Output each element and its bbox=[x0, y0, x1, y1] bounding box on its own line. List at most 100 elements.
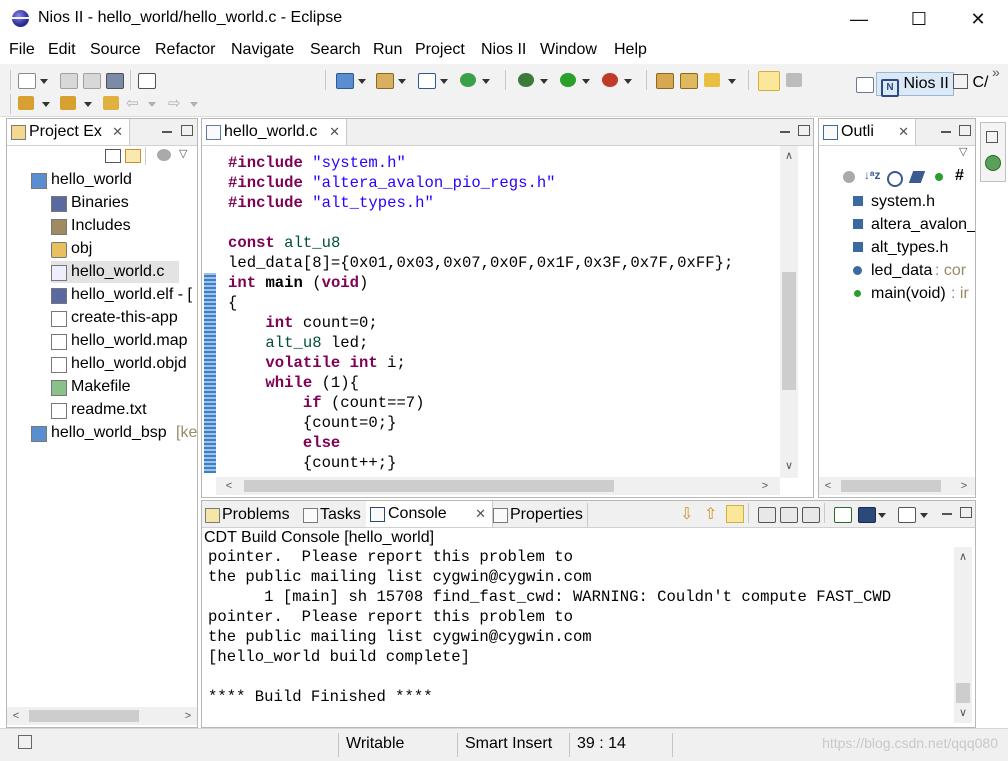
editor-vscroll[interactable]: ∧ ∨ bbox=[780, 146, 798, 478]
scroll-lock-icon[interactable] bbox=[726, 505, 744, 523]
restore-icon[interactable] bbox=[986, 131, 998, 143]
toggle-mark-occurrences-icon[interactable] bbox=[758, 71, 780, 91]
console-vscroll[interactable]: ∧ ∨ bbox=[954, 547, 972, 723]
c-file-icon bbox=[206, 125, 221, 140]
debug-icon[interactable] bbox=[518, 73, 534, 87]
fast-view-icon[interactable] bbox=[18, 735, 32, 749]
new-folder-icon[interactable] bbox=[376, 73, 394, 89]
code-editor[interactable]: #include "system.h" #include "altera_aval… bbox=[228, 153, 784, 483]
outline-item-label: altera_avalon_ bbox=[871, 216, 975, 233]
tab-properties-label: Properties bbox=[510, 506, 583, 523]
code-token: int bbox=[228, 314, 303, 332]
minimize-view-icon[interactable] bbox=[942, 513, 952, 515]
minimize-editor-icon[interactable] bbox=[780, 131, 790, 133]
tab-problems[interactable]: Problems bbox=[202, 503, 290, 527]
close-button[interactable]: ✕ bbox=[955, 5, 1001, 33]
back-icon[interactable]: ⇦ bbox=[126, 94, 139, 112]
tree-item[interactable]: hello_world.c bbox=[51, 261, 179, 283]
tab-tasks[interactable]: Tasks bbox=[300, 503, 361, 527]
maximize-editor-icon[interactable] bbox=[798, 125, 810, 136]
new-source-icon[interactable] bbox=[418, 73, 436, 89]
tree-item-label: hello_world.map bbox=[71, 332, 188, 349]
previous-annotation-icon[interactable] bbox=[60, 96, 76, 110]
maximize-view-icon[interactable] bbox=[960, 507, 972, 518]
code-line: { bbox=[228, 293, 784, 313]
file-icon bbox=[51, 357, 67, 373]
tab-properties[interactable]: Properties bbox=[490, 503, 588, 527]
code-token: i; bbox=[387, 354, 406, 372]
task-list-icon[interactable] bbox=[985, 155, 1001, 171]
eclipse-icon bbox=[10, 10, 31, 27]
menu-help[interactable]: Help bbox=[614, 41, 647, 59]
close-tab-icon[interactable]: ✕ bbox=[329, 119, 340, 145]
clear-console-icon[interactable] bbox=[758, 507, 776, 523]
tree-item-label: hello_world.elf - [ bbox=[71, 286, 192, 303]
menu-edit[interactable]: Edit bbox=[48, 41, 76, 59]
outline-item-label: main(void) bbox=[871, 285, 946, 302]
search-icon[interactable] bbox=[704, 73, 720, 87]
new-class-icon[interactable] bbox=[460, 73, 476, 87]
outline-tree: system.h altera_avalon_ alt_types.h led_dat… bbox=[819, 119, 975, 469]
code-token: main bbox=[265, 274, 313, 292]
open-perspective-icon[interactable] bbox=[856, 77, 874, 93]
c-file-icon bbox=[51, 265, 67, 281]
status-bar: Writable Smart Insert 39 : 14 https://bl… bbox=[0, 728, 1008, 761]
tab-console[interactable]: Console ✕ bbox=[366, 501, 493, 527]
forward-icon[interactable]: ⇨ bbox=[168, 94, 181, 112]
scroll-up-icon[interactable]: ⇧ bbox=[704, 504, 717, 524]
code-line: int count=0; bbox=[228, 313, 784, 333]
save-icon[interactable] bbox=[60, 73, 78, 89]
display-console-icon[interactable] bbox=[858, 507, 876, 523]
problems-icon bbox=[205, 508, 220, 523]
tree-item-label: Includes bbox=[71, 217, 131, 234]
properties-icon bbox=[493, 508, 508, 523]
menu-run[interactable]: Run bbox=[373, 41, 402, 59]
code-line: led_data[8]={0x01,0x03,0x07,0x0F,0x1F,0x… bbox=[228, 253, 784, 273]
code-token: "system.h" bbox=[312, 154, 406, 172]
open-type-icon[interactable] bbox=[656, 73, 674, 89]
menu-source[interactable]: Source bbox=[90, 41, 141, 59]
menu-file[interactable]: File bbox=[9, 41, 35, 59]
editor-hscroll[interactable]: < > bbox=[216, 477, 780, 495]
menu-project[interactable]: Project bbox=[415, 41, 465, 59]
menu-refactor[interactable]: Refactor bbox=[155, 41, 215, 59]
word-wrap-icon[interactable] bbox=[780, 507, 798, 523]
binary-icon[interactable] bbox=[138, 73, 156, 89]
pin-console-icon[interactable] bbox=[834, 507, 852, 523]
code-token: ) bbox=[359, 274, 369, 292]
print-icon[interactable] bbox=[106, 73, 124, 89]
open-element-icon[interactable] bbox=[680, 73, 698, 89]
code-token: ( bbox=[312, 274, 322, 292]
outline-hscroll[interactable]: < > bbox=[819, 477, 975, 495]
save-all-icon[interactable] bbox=[83, 73, 101, 89]
copy-icon[interactable] bbox=[802, 507, 820, 523]
perspective-nios2[interactable]: N Nios II bbox=[876, 72, 954, 97]
run-icon[interactable] bbox=[560, 73, 576, 87]
console-output[interactable]: pointer. Please report this problem to th… bbox=[208, 547, 948, 721]
perspective-more[interactable]: » bbox=[992, 64, 1000, 80]
next-annotation-icon[interactable] bbox=[18, 96, 34, 110]
minimize-button[interactable]: — bbox=[836, 5, 882, 33]
scroll-down-icon[interactable]: ⇩ bbox=[680, 504, 693, 524]
external-tools-icon[interactable] bbox=[602, 73, 618, 87]
open-console-icon[interactable] bbox=[898, 507, 916, 523]
menu-search[interactable]: Search bbox=[310, 41, 361, 59]
new-icon[interactable] bbox=[18, 73, 36, 89]
new-dropdown-icon[interactable] bbox=[40, 79, 48, 84]
code-token: #include bbox=[228, 194, 313, 212]
menu-nios2[interactable]: Nios II bbox=[481, 41, 526, 59]
pin-icon[interactable] bbox=[786, 73, 802, 87]
minimized-view-stack bbox=[980, 122, 1006, 182]
menu-navigate[interactable]: Navigate bbox=[231, 41, 294, 59]
last-edit-icon[interactable] bbox=[103, 96, 119, 110]
menu-window[interactable]: Window bbox=[540, 41, 597, 59]
code-line: #include "system.h" bbox=[228, 153, 784, 173]
code-token: (1){ bbox=[321, 374, 360, 392]
code-token: count=0; bbox=[302, 314, 378, 332]
new-c-project-icon[interactable] bbox=[336, 73, 354, 89]
perspective-c[interactable]: C/ bbox=[953, 74, 988, 92]
maximize-button[interactable]: ☐ bbox=[896, 5, 942, 33]
explorer-hscroll[interactable]: < > bbox=[7, 707, 197, 725]
close-tab-icon[interactable]: ✕ bbox=[475, 501, 486, 527]
tab-hello-world-c[interactable]: hello_world.c ✕ bbox=[202, 119, 347, 145]
